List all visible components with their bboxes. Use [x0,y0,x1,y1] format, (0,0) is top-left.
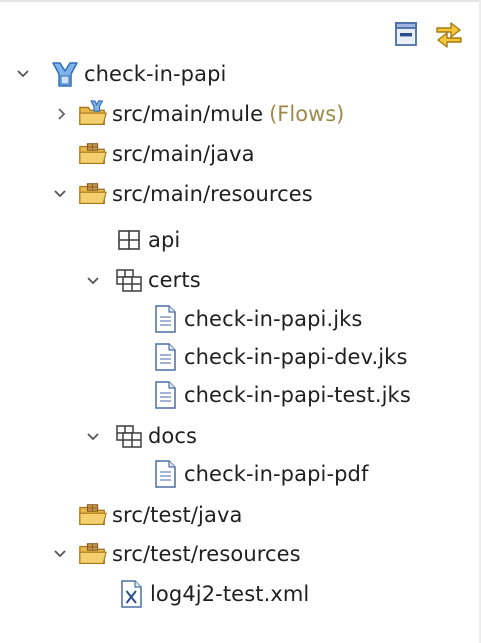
xml-file-icon [116,579,146,609]
tree-item-docs-file-1[interactable]: check-in-papi-pdf [150,456,368,492]
tree-item-certs-file-3[interactable]: check-in-papi-test.jks [150,377,411,413]
tree-item-label: src/main/java [112,142,255,166]
tree-item-label: src/main/resources [112,182,313,206]
tree-item-label: check-in-papi-pdf [184,462,369,486]
tree-item-src-main-java[interactable]: src/main/java [78,136,255,172]
chevron-down-icon [54,190,66,198]
package-icon [114,225,144,255]
tree-item-label: api [148,228,181,252]
tree-item-label: check-in-papi.jks [184,307,363,331]
source-folder-icon [78,139,108,169]
expand-toggle-src-main-resources[interactable] [53,187,67,201]
package-icon [114,421,144,451]
tree-item-src-test-resources[interactable]: src/test/resources [78,536,301,572]
tree-item-api[interactable]: api [114,222,180,258]
mule-source-folder-icon [78,99,108,129]
expand-toggle-project[interactable] [16,67,30,81]
chevron-down-icon [87,277,99,285]
tree-item-label: certs [148,268,201,292]
expand-toggle-src-test-resources[interactable] [53,547,67,561]
flows-decoration: (Flows) [269,102,345,126]
file-icon [150,459,180,489]
expand-toggle-src-main-mule[interactable] [55,107,69,121]
panel-top-border [0,0,481,2]
tree-item-src-main-resources[interactable]: src/main/resources [78,176,313,212]
file-icon [150,380,180,410]
tree-item-label: check-in-papi-dev.jks [184,345,408,369]
file-icon [150,342,180,372]
source-folder-icon [78,179,108,209]
expand-toggle-docs[interactable] [86,430,100,444]
tree-item-docs[interactable]: docs [114,418,197,454]
collapse-all-icon [395,22,417,46]
link-with-editor-button[interactable] [431,15,467,51]
collapse-all-button[interactable] [388,16,424,52]
tree-item-src-test-java[interactable]: src/test/java [78,497,242,533]
tree-item-src-main-mule[interactable]: src/main/mule (Flows) [78,96,344,132]
tree-item-certs-file-1[interactable]: check-in-papi.jks [150,301,362,337]
tree-item-label: docs [148,424,198,448]
tree-item-log4j2-test-xml[interactable]: log4j2-test.xml [116,576,309,612]
tree-item-label: src/test/resources [112,542,301,566]
source-folder-icon [78,539,108,569]
package-icon [114,265,144,295]
project-explorer-panel: check-in-papi src/main/mule (Flows) src/… [0,0,481,643]
chevron-down-icon [17,70,29,78]
chevron-down-icon [54,550,66,558]
tree-item-label: log4j2-test.xml [150,582,310,606]
mule-project-icon [50,59,80,89]
tree-item-label: check-in-papi-test.jks [184,383,411,407]
tree-item-label: src/test/java [112,503,243,527]
tree-item-project[interactable]: check-in-papi [50,56,226,92]
chevron-down-icon [87,433,99,441]
source-folder-icon [78,500,108,530]
file-icon [150,304,180,334]
link-with-editor-icon [436,22,462,48]
tree-item-certs-file-2[interactable]: check-in-papi-dev.jks [150,339,407,375]
tree-item-label: check-in-papi [84,62,227,86]
tree-item-label: src/main/mule [112,102,264,126]
chevron-right-icon [58,108,66,120]
tree-item-certs[interactable]: certs [114,262,201,298]
expand-toggle-certs[interactable] [86,274,100,288]
